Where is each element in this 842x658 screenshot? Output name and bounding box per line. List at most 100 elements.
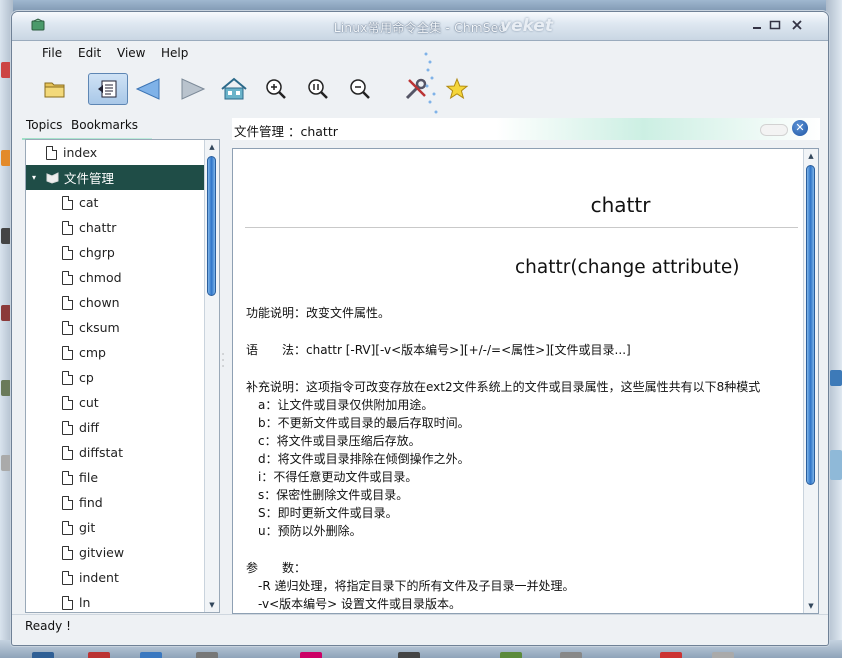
zoom-reset-button[interactable] xyxy=(298,72,338,106)
page-icon xyxy=(62,570,73,585)
taskbar-icon[interactable] xyxy=(660,652,682,658)
taskbar-icon[interactable] xyxy=(88,652,110,658)
pane-splitter[interactable]: · · · xyxy=(220,351,226,372)
page-icon xyxy=(62,595,73,610)
tab-bookmarks[interactable]: Bookmarks xyxy=(71,118,151,132)
taskbar-icon[interactable] xyxy=(712,652,734,658)
open-button[interactable] xyxy=(35,72,75,106)
close-button[interactable] xyxy=(790,19,804,31)
taskbar-icon[interactable] xyxy=(500,652,522,658)
menu-file[interactable]: File xyxy=(42,46,62,60)
tree-item-label: gitview xyxy=(79,545,125,560)
desktop-icon-fragment[interactable] xyxy=(1,455,11,471)
tree-item-label: file xyxy=(79,470,99,485)
document-view: chattr chattr(change attribute) 功能说明：改变文… xyxy=(232,148,819,614)
tab-topics[interactable]: Topics xyxy=(26,118,66,132)
close-icon: ✕ xyxy=(795,121,805,134)
tree-item[interactable]: cut xyxy=(26,390,204,415)
back-button[interactable] xyxy=(129,72,169,106)
page-icon xyxy=(62,345,73,360)
bookmark-star-icon xyxy=(445,77,469,100)
close-tab-button[interactable]: ✕ xyxy=(792,120,808,136)
desktop-icon-fragment[interactable] xyxy=(830,450,842,480)
tree-item[interactable]: diff xyxy=(26,415,204,440)
home-button[interactable] xyxy=(214,72,254,106)
tree-item[interactable]: git xyxy=(26,515,204,540)
maximize-button[interactable] xyxy=(768,19,782,31)
tree-item-label: cp xyxy=(79,370,94,385)
desktop-icon-fragment[interactable] xyxy=(1,380,11,396)
scroll-down-arrow[interactable]: ▼ xyxy=(205,599,219,611)
document-line: -v<版本编号> 设置文件或目录版本。 xyxy=(246,597,462,611)
tree-item[interactable]: gitview xyxy=(26,540,204,565)
desktop-icon-fragment[interactable] xyxy=(1,228,11,244)
tree-item-label: ln xyxy=(79,595,91,610)
minimize-button[interactable] xyxy=(750,19,764,31)
scroll-down-arrow[interactable]: ▼ xyxy=(804,600,818,612)
document-line: i：不得任意更动文件或目录。 xyxy=(246,470,418,484)
scroll-up-arrow[interactable]: ▲ xyxy=(205,141,219,153)
tree-item[interactable]: indent xyxy=(26,565,204,590)
forward-button[interactable] xyxy=(172,72,212,106)
find-pill[interactable] xyxy=(760,124,788,136)
desktop-icon-fragment[interactable] xyxy=(830,370,842,386)
sidebar-toggle-button[interactable] xyxy=(88,73,128,105)
taskbar-icon[interactable] xyxy=(300,652,322,658)
tree-item[interactable]: diffstat xyxy=(26,440,204,465)
taskbar-icon[interactable] xyxy=(32,652,54,658)
tree-item-label: find xyxy=(79,495,103,510)
taskbar-icon[interactable] xyxy=(140,652,162,658)
tree-item[interactable]: chmod xyxy=(26,265,204,290)
tree-item[interactable]: cksum xyxy=(26,315,204,340)
page-icon xyxy=(62,545,73,560)
home-icon xyxy=(221,77,247,100)
tree-item[interactable]: cp xyxy=(26,365,204,390)
scroll-thumb[interactable] xyxy=(806,165,815,485)
document-line: d：将文件或目录排除在倾倒操作之外。 xyxy=(246,452,470,466)
page-icon xyxy=(62,295,73,310)
forward-icon xyxy=(181,78,206,100)
tree-item[interactable]: chgrp xyxy=(26,240,204,265)
tree-item[interactable]: chattr xyxy=(26,215,204,240)
document-line: S：即时更新文件或目录。 xyxy=(246,506,398,520)
tree-item[interactable]: cmp xyxy=(26,340,204,365)
tree-item[interactable]: index xyxy=(26,140,204,165)
back-icon xyxy=(135,78,160,100)
tree-item-label: cat xyxy=(79,195,99,210)
app-window: Linux常用命令全集 - ChmSee veket File Edit Vie… xyxy=(11,11,829,646)
scroll-thumb[interactable] xyxy=(207,156,216,296)
document-line: 参 数： xyxy=(246,561,307,575)
tree-item[interactable]: file xyxy=(26,465,204,490)
tree-item[interactable]: chown xyxy=(26,290,204,315)
desktop-icon-fragment[interactable] xyxy=(1,62,11,78)
taskbar-icon[interactable] xyxy=(560,652,582,658)
desktop-icon-fragment[interactable] xyxy=(1,150,11,166)
tree-scrollbar[interactable]: ▲ ▼ xyxy=(204,140,219,612)
close-icon xyxy=(792,20,802,30)
document-heading: chattr(change attribute) xyxy=(515,257,740,278)
taskbar-icon[interactable] xyxy=(196,652,218,658)
title-bar[interactable]: Linux常用命令全集 - ChmSee veket xyxy=(12,12,828,41)
tree-item[interactable]: cat xyxy=(26,190,204,215)
scroll-up-arrow[interactable]: ▲ xyxy=(804,150,818,162)
document-body: chattr chattr(change attribute) 功能说明：改变文… xyxy=(233,149,800,613)
menu-help[interactable]: Help xyxy=(161,46,188,60)
page-icon xyxy=(46,145,57,160)
taskbar-icon[interactable] xyxy=(398,652,420,658)
expander-arrow-icon[interactable]: ▾ xyxy=(32,173,42,182)
zoom-out-button[interactable] xyxy=(340,72,380,106)
zoom-reset-icon xyxy=(308,79,328,99)
tree-item[interactable]: ln xyxy=(26,590,204,612)
menu-view[interactable]: View xyxy=(117,46,145,60)
watermark-label: veket xyxy=(500,16,553,36)
tree-item[interactable]: ▾ 文件管理 xyxy=(26,165,204,190)
page-icon xyxy=(62,495,73,510)
desktop-icon-fragment[interactable] xyxy=(1,305,11,321)
zoom-in-button[interactable] xyxy=(256,72,296,106)
window-title: Linux常用命令全集 - ChmSee xyxy=(333,21,507,35)
document-line: a：让文件或目录仅供附加用途。 xyxy=(246,398,434,412)
menu-edit[interactable]: Edit xyxy=(78,46,101,60)
document-scrollbar[interactable]: ▲ ▼ xyxy=(803,149,818,613)
topics-list: index ▾ 文件管理 cat chattr chgrp chmod chown cksum c… xyxy=(26,140,204,612)
tree-item[interactable]: find xyxy=(26,490,204,515)
